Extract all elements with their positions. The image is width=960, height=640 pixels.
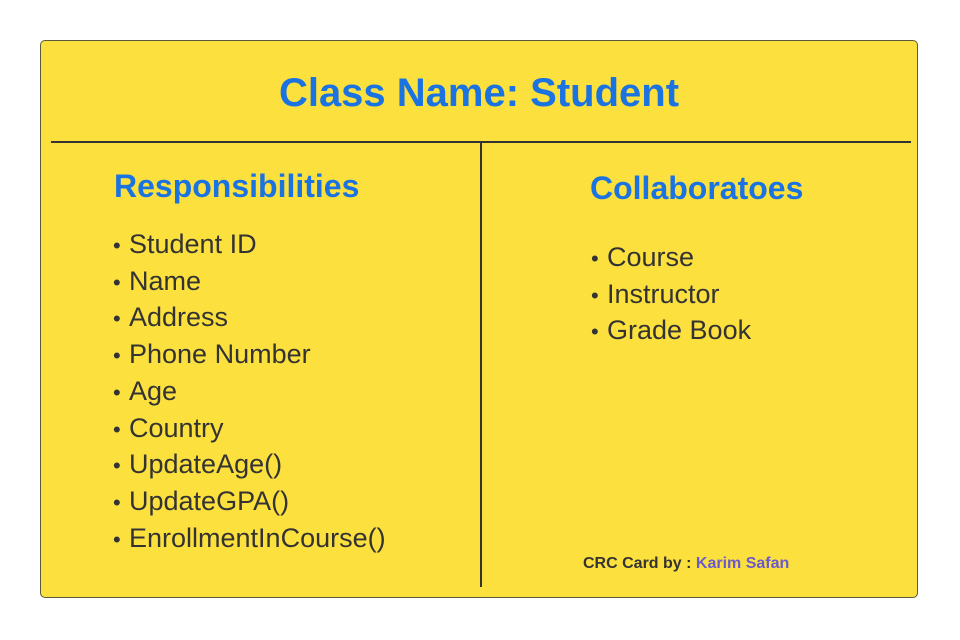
list-item: • UpdateGPA() [113, 484, 386, 521]
bullet-icon: • [113, 269, 121, 295]
column-divider [480, 142, 482, 587]
responsibility-label: Student ID [129, 229, 257, 259]
list-item: • Country [113, 411, 386, 448]
list-item: • Course [591, 240, 751, 277]
list-item: • Student ID [113, 227, 386, 264]
bullet-icon: • [591, 246, 599, 271]
collaborator-label: Course [607, 242, 695, 272]
responsibility-label: Name [129, 265, 202, 296]
credit-author: Karim Safan [695, 555, 790, 572]
responsibility-label: Age [129, 375, 178, 406]
bullet-icon: • [591, 282, 599, 308]
responsibility-label: UpdateAge() [129, 449, 283, 480]
responsibility-label: UpdateGPA() [129, 485, 290, 516]
bullet-icon: • [113, 526, 121, 552]
list-item: • Phone Number [113, 337, 386, 374]
collaborator-label: Grade Book [607, 315, 752, 346]
responsibility-label: Country [129, 412, 224, 443]
class-name-title: Class Name: Student [278, 71, 680, 115]
bullet-icon: • [113, 379, 121, 405]
list-item: • Age [113, 374, 386, 411]
bullet-icon: • [113, 343, 121, 369]
collaborators-heading: Collaboratoes [590, 170, 804, 206]
bullet-icon: • [113, 489, 121, 515]
crc-card: Class Name: Student Responsibilities • St… [40, 40, 918, 598]
responsibility-label: EnrollmentInCourse() [129, 522, 386, 553]
credit-line: CRC Card by : Karim Safan [583, 555, 789, 573]
list-item: • EnrollmentInCourse() [113, 521, 386, 558]
bullet-icon: • [591, 319, 599, 345]
list-item: • Name [113, 264, 386, 301]
list-item: • Grade Book [591, 313, 751, 350]
bullet-icon: • [113, 416, 121, 442]
responsibility-label: Address [129, 302, 229, 333]
bullet-icon: • [113, 453, 121, 479]
collaborators-list: • Course • Instructor • Grade Book [591, 240, 751, 350]
list-item: • Instructor [591, 277, 751, 314]
list-item: • Address [113, 300, 386, 337]
responsibilities-list: • Student ID • Name • Address • Phone Number… [113, 227, 386, 557]
bullet-icon: • [113, 306, 121, 332]
responsibility-label: Phone Number [129, 339, 311, 370]
responsibilities-heading: Responsibilities [114, 168, 360, 204]
list-item: • UpdateAge() [113, 447, 386, 484]
bullet-icon: • [113, 233, 121, 258]
credit-prefix: CRC Card by : [583, 555, 696, 572]
collaborator-label: Instructor [607, 278, 720, 309]
